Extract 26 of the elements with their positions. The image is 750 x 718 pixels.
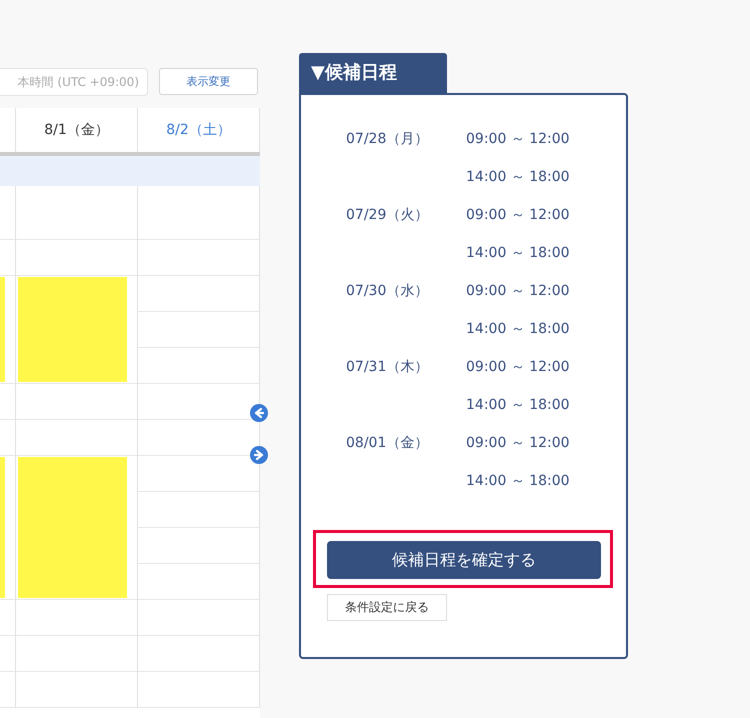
available-time-slot[interactable] [16,276,138,312]
available-time-slot[interactable] [16,456,138,492]
candidate-date: 07/29（火） [346,207,428,223]
candidate-date: 08/01（金） [346,435,428,451]
confirm-button[interactable]: 候補日程を確定する [327,541,601,579]
candidate-time: 09:00 ～ 12:00 [466,207,570,223]
available-time-slot[interactable] [0,564,16,600]
available-time-slot[interactable] [0,456,16,492]
candidate-time: 14:00 ～ 18:00 [466,245,570,261]
change-view-button[interactable]: 表示変更 [159,68,258,95]
candidate-date: 07/28（月） [346,131,428,147]
available-time-slot[interactable] [0,348,16,384]
panel-tab[interactable]: ▼候補日程 [299,53,447,93]
back-button[interactable]: 条件設定に戻る [327,594,447,621]
candidate-time: 09:00 ～ 12:00 [466,435,570,451]
candidate-time: 14:00 ～ 18:00 [466,473,570,489]
candidate-time: 09:00 ～ 12:00 [466,131,570,147]
candidate-time: 09:00 ～ 12:00 [466,283,570,299]
available-time-slot[interactable] [16,564,138,600]
candidate-time: 14:00 ～ 18:00 [466,397,570,413]
available-time-slot[interactable] [0,276,16,312]
candidate-time: 14:00 ～ 18:00 [466,321,570,337]
candidate-date: 07/31（木） [346,359,428,375]
candidate-time: 09:00 ～ 12:00 [466,359,570,375]
candidate-date: 07/30（水） [346,283,428,299]
candidate-time: 14:00 ～ 18:00 [466,169,570,185]
